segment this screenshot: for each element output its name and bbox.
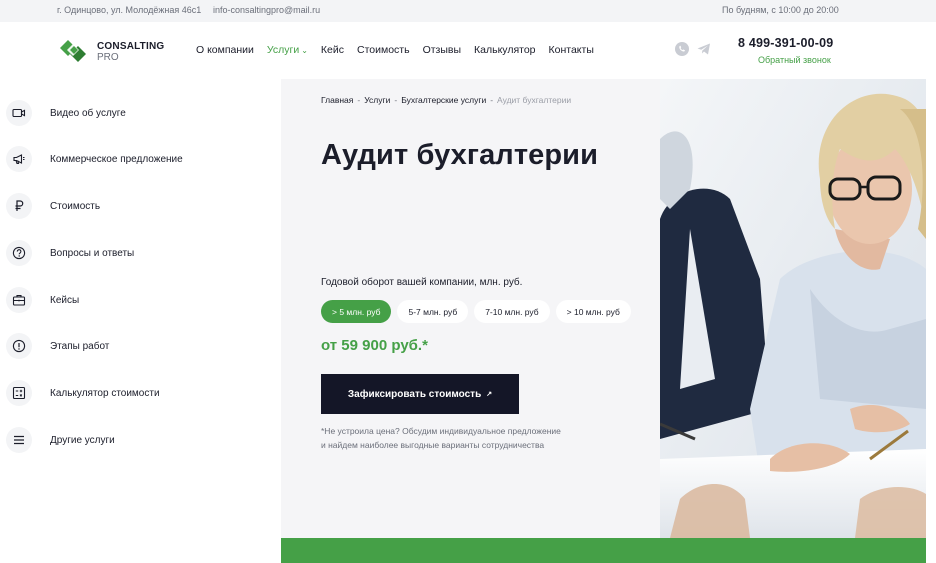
nav-item-about[interactable]: О компании: [196, 44, 254, 56]
nav-item-reviews[interactable]: Отзывы: [423, 44, 461, 56]
sidebar-item-price[interactable]: Стоимость: [6, 191, 236, 221]
turnover-options: > 5 млн. руб 5-7 млн. руб 7-10 млн. руб …: [321, 300, 631, 323]
social-links: [674, 41, 712, 57]
sidebar-item-cases[interactable]: Кейсы: [6, 285, 236, 315]
email-link[interactable]: info-consaltingpro@mail.ru: [213, 5, 320, 15]
turnover-option-7-10[interactable]: 7-10 млн. руб: [474, 300, 550, 323]
sidebar-item-other-services[interactable]: Другие услуги: [6, 425, 236, 455]
video-icon: [6, 100, 32, 126]
address-text: г. Одинцово, ул. Молодёжная 46с1: [57, 5, 202, 15]
price-note-line: *Не устроила цена? Обсудим индивидуально…: [321, 426, 561, 436]
logo-text-secondary: PRO: [97, 52, 119, 63]
sidebar-item-video[interactable]: Видео об услуге: [6, 98, 236, 128]
sidebar-item-label: Вопросы и ответы: [50, 247, 135, 259]
briefcase-icon: [6, 287, 32, 313]
turnover-option-5-7[interactable]: 5-7 млн. руб: [397, 300, 469, 323]
sidebar-item-label: Калькулятор стоимости: [50, 387, 160, 399]
chevron-down-icon: ⌄: [301, 46, 308, 55]
breadcrumb-separator: -: [490, 95, 494, 105]
page-title: Аудит бухгалтерии: [321, 139, 599, 171]
fix-price-button-label: Зафиксировать стоимость: [347, 388, 482, 400]
sidebar-item-label: Другие услуги: [50, 434, 115, 446]
working-hours: По будням, с 10:00 до 20:00: [722, 5, 839, 15]
sidebar-item-label: Этапы работ: [50, 340, 110, 352]
sidebar-item-label: Стоимость: [50, 200, 101, 212]
nav-item-price[interactable]: Стоимость: [357, 44, 410, 56]
turnover-option-gt5[interactable]: > 5 млн. руб: [321, 300, 392, 323]
arrow-up-right-icon: ↗: [486, 391, 493, 398]
calculator-icon: [6, 380, 32, 406]
breadcrumb-separator: -: [394, 95, 398, 105]
sidebar-item-label: Коммерческое предложение: [50, 153, 183, 165]
top-info-bar: г. Одинцово, ул. Молодёжная 46с1 info-co…: [0, 0, 936, 22]
nav-item-calculator[interactable]: Калькулятор: [474, 44, 535, 56]
ruble-icon: [6, 193, 32, 219]
logo-text-primary: CONSALTING: [97, 41, 165, 52]
sidebar-item-label: Кейсы: [50, 294, 80, 306]
turnover-option-gt10[interactable]: > 10 млн. руб: [555, 300, 631, 323]
hero-photo: [660, 79, 926, 538]
price-value: от 59 900 руб.*: [321, 337, 428, 354]
breadcrumb-services[interactable]: Услуги: [364, 95, 390, 105]
section-divider-strip: [281, 538, 926, 563]
main-nav: О компании Услуги ⌄ Кейс Стоимость Отзывы…: [196, 44, 607, 56]
site-header: CONSALTING PRO О компании Услуги ⌄ Кейс С…: [0, 22, 936, 79]
nav-item-case[interactable]: Кейс: [321, 44, 344, 56]
logo-mark-icon: [60, 40, 86, 62]
question-icon: [6, 240, 32, 266]
sidebar-item-calculator[interactable]: Калькулятор стоимости: [6, 378, 236, 408]
turnover-label: Годовой оборот вашей компании, млн. руб.: [321, 277, 523, 288]
menu-icon: [6, 427, 32, 453]
telegram-icon[interactable]: [696, 41, 712, 57]
nav-item-contacts[interactable]: Контакты: [549, 44, 594, 56]
sidebar-item-faq[interactable]: Вопросы и ответы: [6, 238, 236, 268]
breadcrumb-current: Аудит бухгалтерии: [497, 95, 572, 105]
breadcrumb-accounting[interactable]: Бухгалтерские услуги: [401, 95, 486, 105]
logo[interactable]: CONSALTING PRO: [60, 37, 180, 67]
sidebar-item-label: Видео об услуге: [50, 107, 126, 119]
whatsapp-icon[interactable]: [674, 41, 690, 57]
fix-price-button[interactable]: Зафиксировать стоимость ↗: [321, 374, 519, 414]
breadcrumb-home[interactable]: Главная: [321, 95, 353, 105]
hero-card: Главная - Услуги - Бухгалтерские услуги - Ауди…: [281, 79, 660, 538]
phone-number[interactable]: 8 499-391-00-09: [738, 36, 833, 50]
price-note: *Не устроила цена? Обсудим индивидуально…: [321, 424, 621, 452]
breadcrumb: Главная - Услуги - Бухгалтерские услуги - Ауди…: [321, 95, 571, 105]
business-meeting-photo: [660, 79, 926, 538]
price-note-line: и найдем наиболее выгодные варианты сотр…: [321, 440, 545, 450]
info-icon: [6, 333, 32, 359]
callback-link[interactable]: Обратный звонок: [758, 55, 831, 65]
breadcrumb-separator: -: [357, 95, 361, 105]
sidebar-item-offer[interactable]: Коммерческое предложение: [6, 144, 236, 174]
nav-item-services-label: Услуги: [266, 44, 300, 56]
sidebar-item-stages[interactable]: Этапы работ: [6, 331, 236, 361]
megaphone-icon: [6, 146, 32, 172]
nav-item-services[interactable]: Услуги ⌄: [267, 44, 308, 56]
